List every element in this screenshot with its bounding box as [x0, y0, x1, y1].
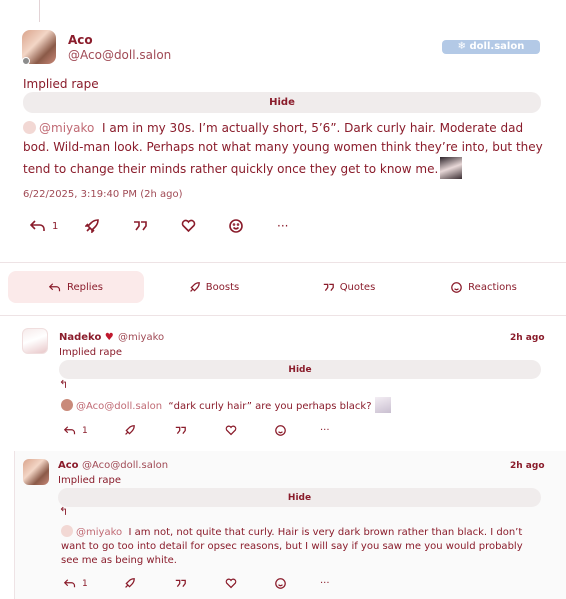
quote-button[interactable]: [133, 219, 181, 233]
rocket-icon: [125, 578, 135, 588]
reply-to-icon: ↰: [59, 378, 69, 391]
tab-label: Replies: [67, 281, 103, 293]
mention-avatar: [23, 121, 36, 134]
reply-to-icon: ↰: [59, 505, 69, 518]
avatar[interactable]: [23, 459, 49, 485]
quote-icon: [323, 283, 334, 291]
mention-link[interactable]: @miyako: [39, 121, 94, 135]
reply-author-name[interactable]: Nadeko ♥: [59, 332, 114, 343]
mention-link[interactable]: @miyako: [76, 527, 122, 538]
favorite-button[interactable]: [225, 578, 275, 589]
quote-icon: [175, 579, 186, 588]
tab-replies[interactable]: Replies: [8, 271, 144, 303]
heart-icon: [181, 219, 196, 233]
reply-actions: 1 ···: [64, 578, 350, 589]
quote-button[interactable]: [175, 578, 225, 589]
react-button[interactable]: [229, 219, 277, 233]
tab-label: Boosts: [205, 281, 240, 293]
reply-button[interactable]: 1: [64, 425, 124, 436]
reply-time[interactable]: 2h ago: [510, 333, 545, 343]
post-actions: 1 ···: [30, 219, 307, 233]
reply-author-handle[interactable]: @Aco@doll.salon: [82, 460, 168, 471]
tab-label: Reactions: [468, 281, 517, 293]
tab-quotes[interactable]: Quotes: [284, 271, 414, 303]
hide-button[interactable]: Hide: [59, 360, 541, 379]
more-button[interactable]: ···: [320, 578, 350, 589]
custom-emoji: [440, 157, 463, 179]
more-button[interactable]: ···: [320, 425, 350, 436]
reply-icon: [30, 220, 45, 231]
content-warning: Implied rape: [58, 475, 122, 486]
react-button[interactable]: [275, 425, 320, 436]
boost-button[interactable]: [124, 425, 175, 436]
heart-icon: [225, 425, 237, 436]
more-button[interactable]: ···: [277, 219, 307, 233]
post-text: I am in my 30s. I’m actually short, 5’6”…: [23, 121, 543, 176]
author-handle[interactable]: @Aco@doll.salon: [68, 48, 171, 62]
reply-text: “dark curly hair” are you perhaps black?: [168, 401, 372, 412]
smile-icon: [275, 578, 286, 589]
content-warning: Implied rape: [23, 77, 99, 91]
quote-button[interactable]: [175, 425, 225, 436]
author-name[interactable]: Aco: [68, 33, 93, 47]
divider: [0, 262, 566, 263]
reply-count: 1: [82, 578, 88, 589]
rocket-icon: [85, 219, 99, 233]
reply-body: @miyako I am not, not quite that curly. …: [61, 525, 541, 568]
reply-text: I am not, not quite that curly. Hair is …: [61, 527, 523, 566]
content-warning: Implied rape: [59, 347, 123, 358]
tab-label: Quotes: [339, 281, 376, 293]
reply-icon: [49, 282, 61, 291]
interaction-tabs: Replies Boosts Quotes Reactions: [8, 271, 558, 303]
custom-emoji: [374, 397, 391, 413]
smile-icon: [275, 425, 286, 436]
heart-icon: [225, 578, 237, 589]
reply-author-handle[interactable]: @miyako: [118, 332, 164, 343]
rocket-icon: [125, 425, 135, 435]
mention-avatar: [61, 399, 73, 411]
reply-actions: 1 ···: [64, 425, 350, 436]
favorite-button[interactable]: [181, 219, 229, 233]
reply-icon: [64, 426, 76, 435]
post-body: @miyako I am in my 30s. I’m actually sho…: [23, 119, 548, 179]
mention-link[interactable]: @Aco@doll.salon: [76, 401, 162, 412]
post-timestamp[interactable]: 6/22/2025, 3:19:40 PM (2h ago): [23, 189, 182, 200]
rocket-icon: [189, 281, 200, 292]
smile-icon: [229, 219, 243, 233]
reply-icon: [64, 579, 76, 588]
reply-author-name[interactable]: Aco: [58, 460, 79, 471]
react-button[interactable]: [275, 578, 320, 589]
smile-icon: [451, 281, 463, 293]
mention-avatar: [61, 525, 73, 537]
presence-indicator: [22, 57, 30, 65]
reply-time[interactable]: 2h ago: [510, 461, 545, 471]
quote-icon: [175, 426, 186, 435]
reply-count: 1: [82, 425, 88, 436]
avatar[interactable]: [22, 328, 48, 354]
tab-reactions[interactable]: Reactions: [419, 271, 549, 303]
reply-body: @Aco@doll.salon “dark curly hair” are yo…: [61, 397, 541, 414]
hide-button[interactable]: Hide: [23, 92, 541, 113]
reply-count: 1: [52, 220, 59, 232]
boost-button[interactable]: [124, 578, 175, 589]
reply-button[interactable]: 1: [64, 578, 124, 589]
hide-button[interactable]: Hide: [58, 488, 541, 507]
quote-icon: [134, 221, 147, 231]
favorite-button[interactable]: [225, 425, 275, 436]
reply-button[interactable]: 1: [30, 219, 85, 233]
instance-badge: ❄ doll.salon (alpha): [442, 40, 540, 66]
heart-badge: ♥: [104, 332, 114, 343]
main-post: Aco @Aco@doll.salon ❄ doll.salon (alpha)…: [0, 0, 566, 262]
divider: [0, 315, 566, 316]
tab-boosts[interactable]: Boosts: [149, 271, 279, 303]
boost-button[interactable]: [85, 219, 133, 233]
